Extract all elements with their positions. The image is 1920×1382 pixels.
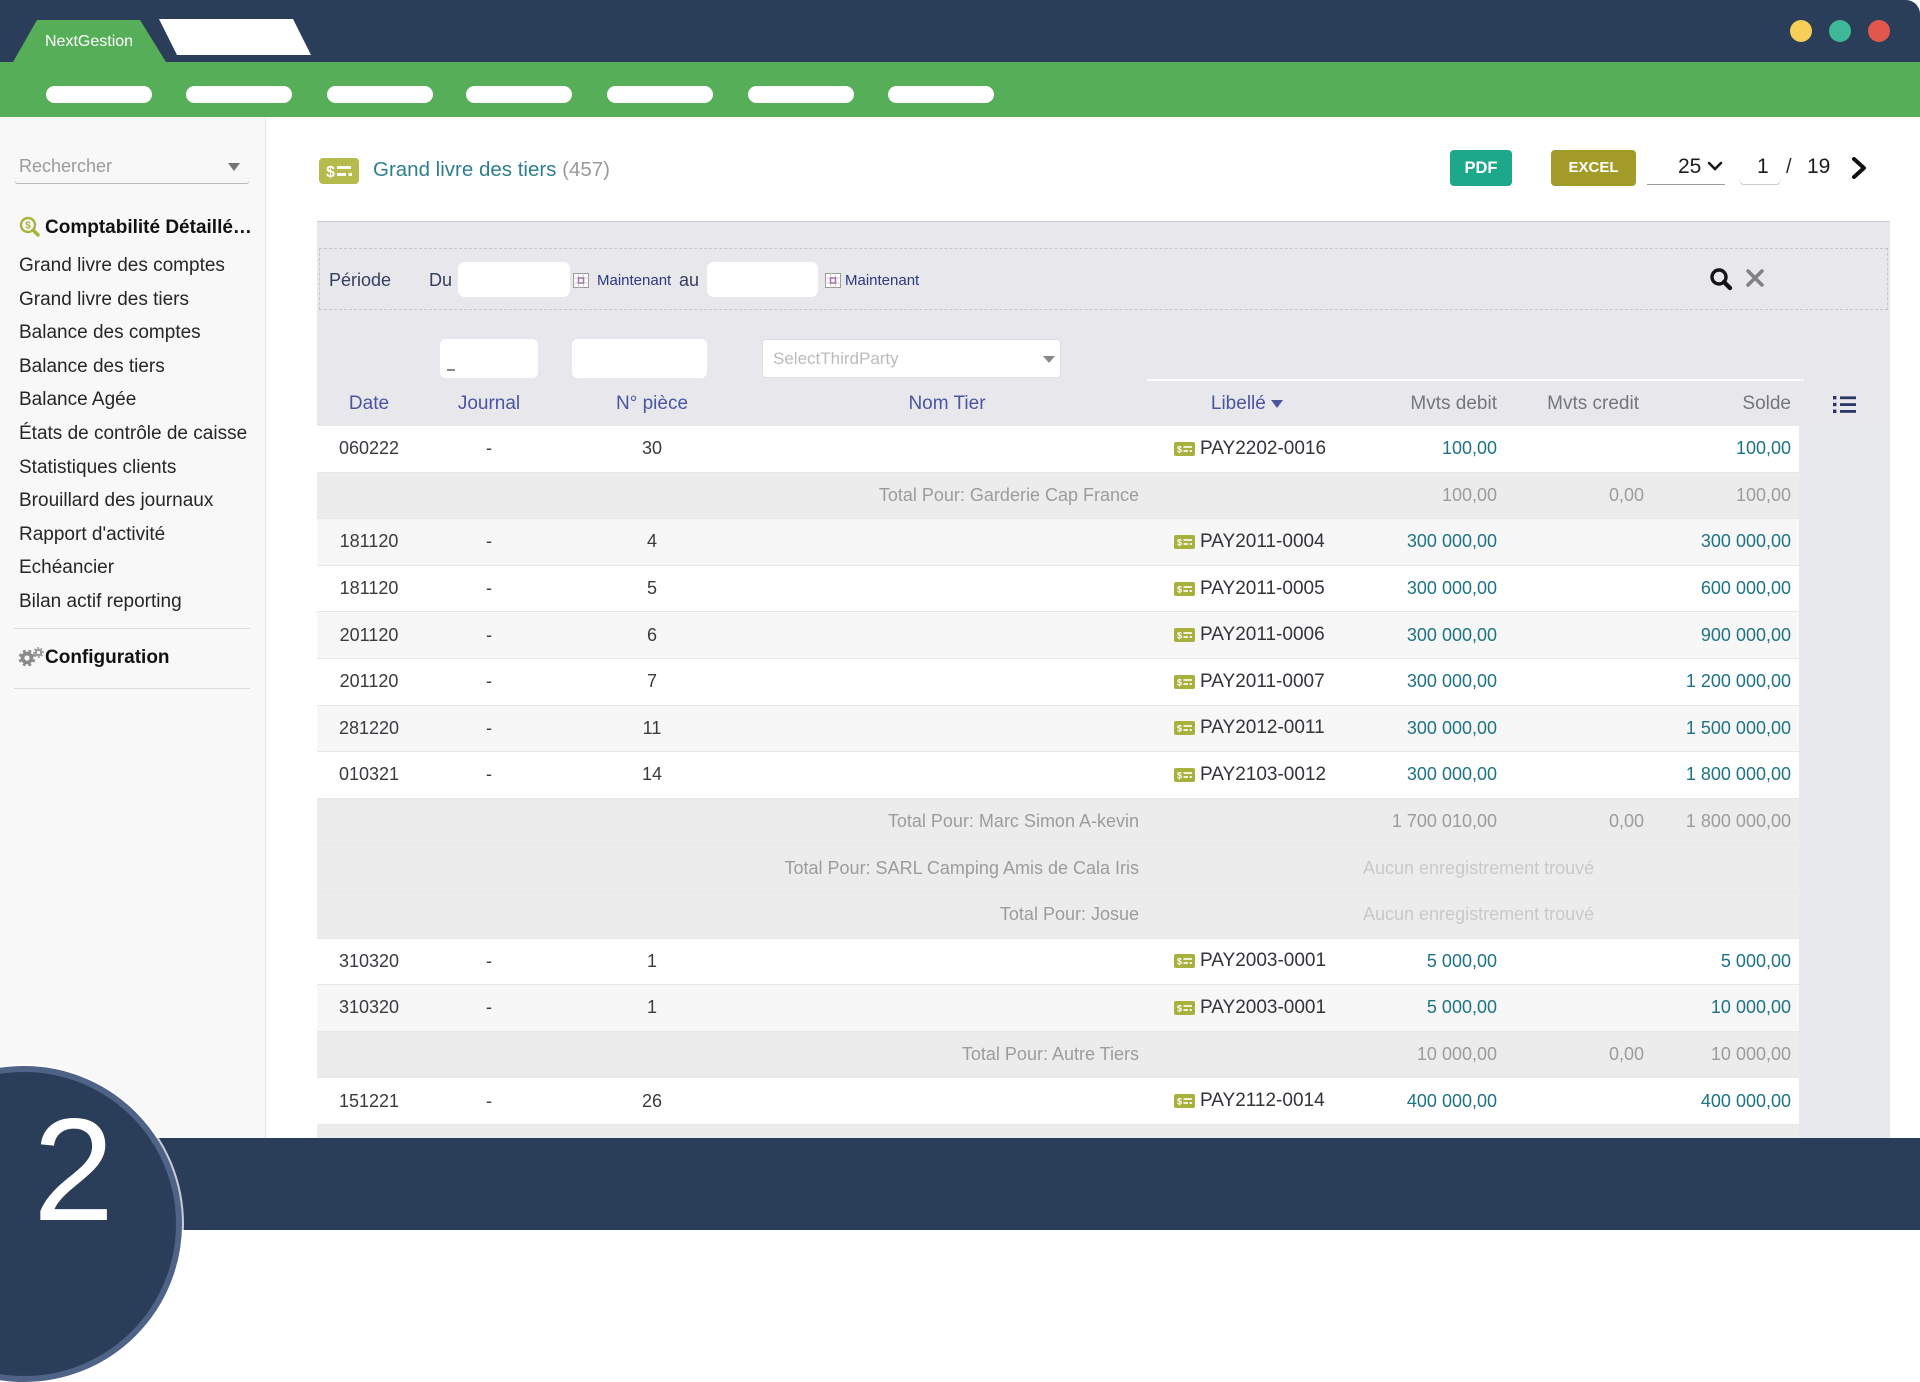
svg-text:$: $ — [1177, 537, 1182, 547]
svg-text:$: $ — [1177, 1097, 1182, 1107]
svg-text:$: $ — [1177, 584, 1182, 594]
svg-text:$: $ — [1177, 444, 1182, 454]
svg-text:$: $ — [1177, 631, 1182, 641]
svg-text:$: $ — [1177, 677, 1182, 687]
svg-text:$: $ — [1177, 1003, 1182, 1013]
svg-text:$: $ — [326, 164, 335, 181]
svg-text:$: $ — [1177, 957, 1182, 967]
svg-text:$: $ — [25, 221, 31, 232]
svg-text:$: $ — [1177, 770, 1182, 780]
svg-text:$: $ — [1177, 724, 1182, 734]
